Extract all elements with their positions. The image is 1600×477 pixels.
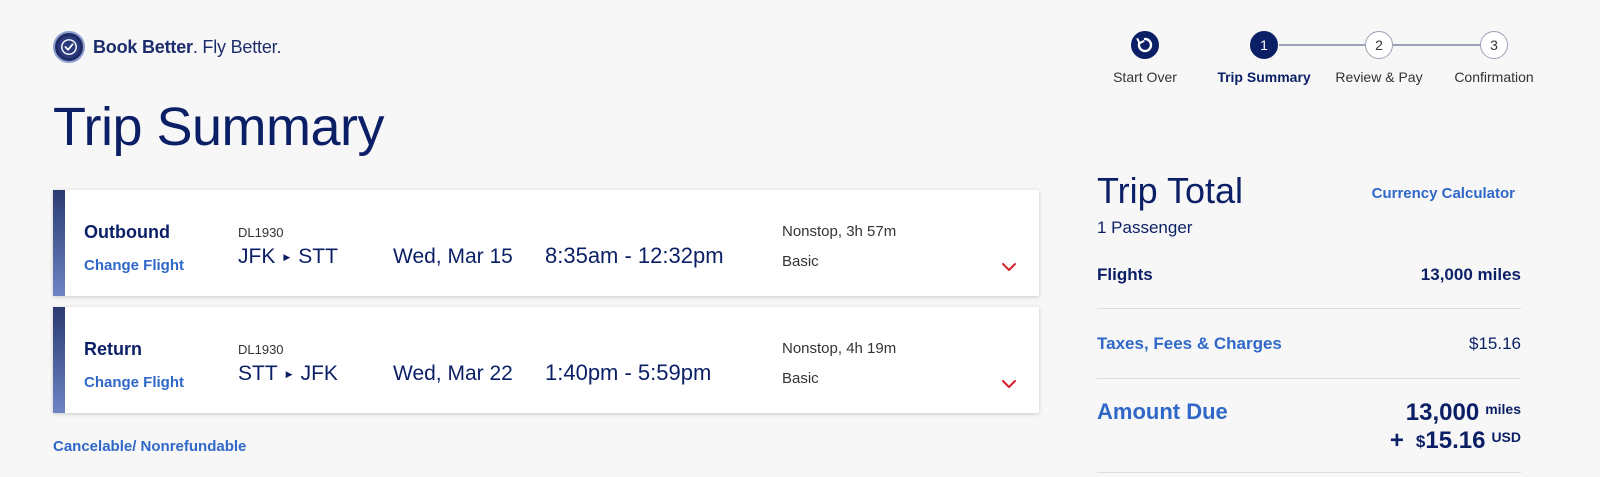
flight-stops-duration: Nonstop, 4h 19m — [782, 340, 897, 357]
origin-airport: JFK — [238, 245, 276, 268]
passenger-count: 1 Passenger — [1097, 218, 1193, 237]
change-flight-link[interactable]: Change Flight — [84, 374, 184, 391]
flight-stops-duration: Nonstop, 3h 57m — [782, 223, 897, 240]
flight-date: Wed, Mar 15 — [393, 245, 513, 268]
amount-due-label: Amount Due — [1097, 399, 1228, 424]
plus-sign: + — [1389, 427, 1404, 454]
due-cash: 15.16 — [1425, 427, 1486, 454]
flights-value: 13,000 miles — [1420, 265, 1521, 284]
step-number: 3 — [1480, 31, 1508, 59]
page-title: Trip Summary — [53, 97, 385, 157]
flight-card-return: Return Change Flight DL1930 STT ▶ JFK We… — [53, 307, 1039, 413]
chevron-down-icon[interactable] — [1001, 377, 1017, 389]
taxes-row: Taxes, Fees & Charges $15.16 — [1097, 309, 1521, 379]
triangle-right-icon: ▶ — [283, 251, 291, 262]
booking-stepper: Start Over 1 Trip Summary 2 Review & Pay… — [1100, 31, 1560, 91]
destination-airport: STT — [298, 245, 338, 268]
taxes-fees-link[interactable]: Taxes, Fees & Charges — [1097, 334, 1282, 354]
brand-name: Book Better. Fly Better. — [93, 36, 282, 57]
step-review-pay: 2 Review & Pay — [1314, 31, 1444, 85]
step-label: Trip Summary — [1217, 69, 1311, 85]
due-miles-unit: miles — [1485, 401, 1521, 417]
flight-card-outbound: Outbound Change Flight DL1930 JFK ▶ STT … — [53, 190, 1039, 296]
flights-label: Flights — [1097, 265, 1153, 284]
step-label: Confirmation — [1454, 69, 1534, 85]
step-number: 1 — [1250, 31, 1278, 59]
step-label: Review & Pay — [1335, 69, 1423, 85]
card-accent-stripe — [53, 190, 65, 296]
start-over-button[interactable]: Start Over — [1080, 31, 1210, 85]
triangle-right-icon: ▶ — [285, 368, 293, 379]
step-trip-summary: 1 Trip Summary — [1199, 31, 1329, 85]
refresh-icon — [1131, 31, 1159, 59]
cancelable-policy-link[interactable]: Cancelable/ Nonrefundable — [53, 438, 246, 455]
chevron-down-icon[interactable] — [1001, 260, 1017, 272]
taxes-value: $15.16 — [1469, 333, 1521, 353]
card-accent-stripe — [53, 307, 65, 413]
origin-airport: STT — [238, 362, 278, 385]
fare-class: Basic — [782, 370, 819, 387]
destination-airport: JFK — [300, 362, 338, 385]
flight-route: JFK ▶ STT — [238, 245, 338, 269]
step-confirmation: 3 Confirmation — [1429, 31, 1559, 85]
flight-number: DL1930 — [238, 342, 284, 357]
due-miles: 13,000 — [1405, 399, 1480, 426]
amount-due-value: 13,000 miles + $ 15.16 USD — [1390, 399, 1521, 455]
currency-calculator-link[interactable]: Currency Calculator — [1372, 185, 1515, 202]
change-flight-link[interactable]: Change Flight — [84, 257, 184, 274]
amount-due-row: Amount Due 13,000 miles + $ 15.16 USD — [1097, 379, 1521, 473]
flight-time: 8:35am - 12:32pm — [545, 243, 724, 268]
checkmark-seal-icon — [53, 31, 85, 63]
start-over-label: Start Over — [1113, 69, 1177, 85]
flight-direction: Return — [84, 339, 142, 359]
brand-logo[interactable]: Book Better. Fly Better. — [53, 31, 281, 63]
trip-total-panel: Trip Total Currency Calculator 1 Passeng… — [1097, 170, 1521, 473]
step-number: 2 — [1365, 31, 1393, 59]
flight-route: STT ▶ JFK — [238, 362, 338, 386]
flight-time: 1:40pm - 5:59pm — [545, 360, 712, 385]
flight-direction: Outbound — [84, 222, 170, 242]
flight-number: DL1930 — [238, 225, 284, 240]
flight-date: Wed, Mar 22 — [393, 362, 513, 385]
fare-class: Basic — [782, 253, 819, 270]
currency-symbol: $ — [1415, 432, 1426, 451]
due-cash-unit: USD — [1491, 429, 1521, 445]
flights-cost-row: Flights 13,000 miles — [1097, 251, 1521, 309]
